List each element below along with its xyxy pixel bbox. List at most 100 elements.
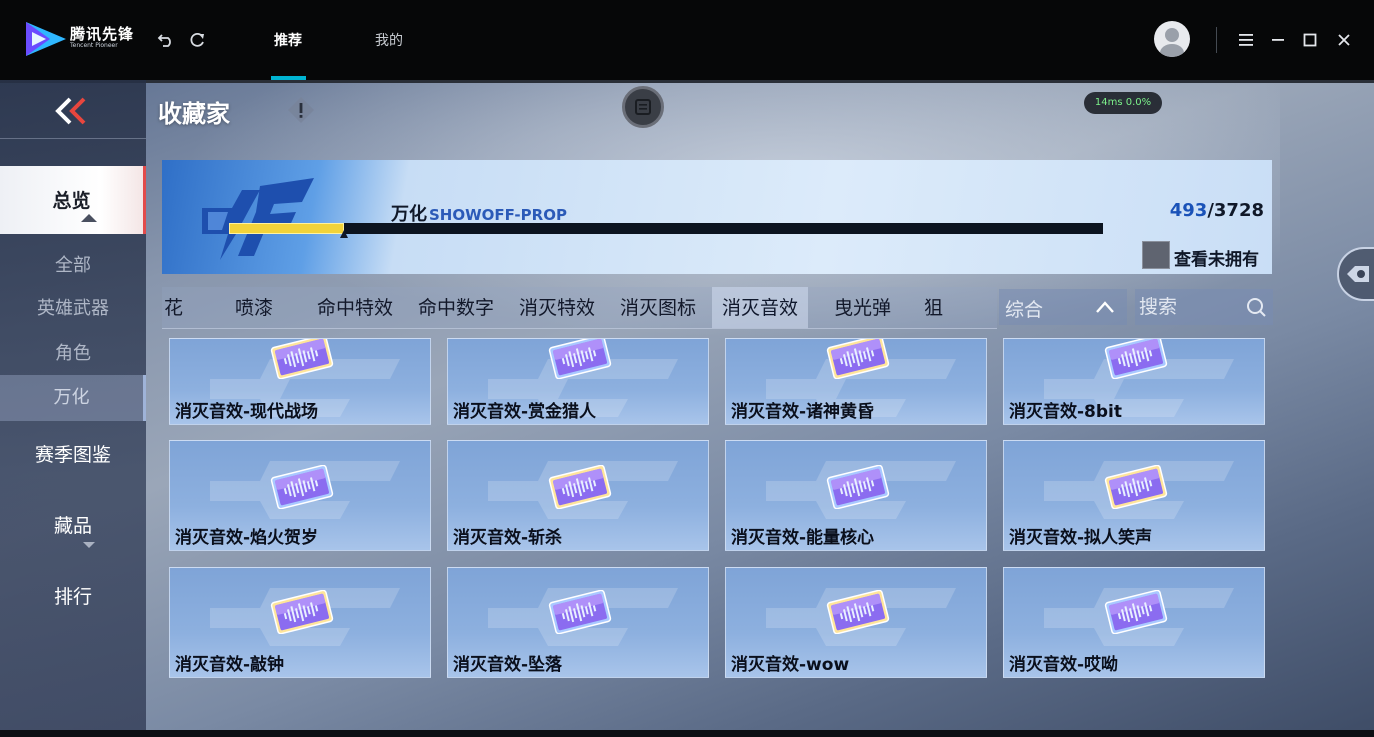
item-card[interactable]: 消灭音效-坠落 bbox=[447, 567, 709, 678]
show-unowned-checkbox[interactable] bbox=[1142, 241, 1170, 269]
sound-card-icon bbox=[826, 339, 890, 379]
tab-mine[interactable]: 我的 bbox=[375, 30, 403, 50]
back-icon[interactable] bbox=[154, 28, 178, 52]
collection-sidebar: 总览 全部 英雄武器 角色 万化 赛季图鉴 藏品 排行 bbox=[0, 80, 146, 737]
app-name: 腾讯先锋 Tencent Pioneer bbox=[70, 26, 134, 50]
sidebar-item-overview[interactable]: 总览 bbox=[0, 166, 146, 234]
collection-progress-fill bbox=[229, 223, 344, 234]
side-drawer-handle[interactable] bbox=[1337, 247, 1374, 301]
sort-dropdown[interactable]: 综合 bbox=[999, 289, 1127, 325]
collection-progress-bar bbox=[229, 223, 1103, 238]
title-divider bbox=[1216, 27, 1217, 53]
category-tab-hit-number[interactable]: 命中数字 bbox=[418, 287, 494, 328]
search-icon[interactable] bbox=[1245, 296, 1267, 318]
item-card-label: 消灭音效-8bit bbox=[1009, 402, 1123, 422]
sound-card-icon bbox=[1104, 339, 1168, 379]
double-chevron-left-icon[interactable] bbox=[52, 96, 92, 126]
app-name-en: Tencent Pioneer bbox=[70, 42, 118, 49]
tencent-pioneer-logo-icon bbox=[26, 22, 66, 56]
search-box bbox=[1135, 289, 1273, 325]
sound-card-icon bbox=[270, 590, 334, 634]
category-tab-partial-right[interactable]: 狙 bbox=[924, 287, 943, 328]
banner-name-cn: 万化 bbox=[391, 204, 427, 225]
sidebar-item-season[interactable]: 赛季图鉴 bbox=[0, 435, 146, 475]
game-viewport: 总览 全部 英雄武器 角色 万化 赛季图鉴 藏品 排行 收藏家 14ms 0.0… bbox=[0, 80, 1374, 737]
item-card[interactable]: 消灭音效-哎呦 bbox=[1003, 567, 1265, 678]
floating-menu-icon bbox=[635, 99, 651, 115]
item-card-label: 消灭音效-敲钟 bbox=[175, 655, 285, 675]
close-icon[interactable] bbox=[1332, 28, 1356, 52]
info-icon[interactable] bbox=[287, 96, 315, 124]
category-tab-hit-effect[interactable]: 命中特效 bbox=[317, 287, 393, 328]
sort-dropdown-label: 综合 bbox=[1005, 299, 1044, 321]
viewport-edge bbox=[0, 80, 1374, 83]
collection-owned-count: 493 bbox=[1169, 200, 1208, 221]
show-unowned-label: 查看未拥有 bbox=[1174, 250, 1259, 270]
item-card-label: 消灭音效-能量核心 bbox=[731, 528, 875, 548]
collection-count: 493/3728 bbox=[1170, 200, 1264, 221]
item-card[interactable]: 消灭音效-拟人笑声 bbox=[1003, 440, 1265, 551]
sound-card-icon bbox=[270, 339, 334, 379]
item-card[interactable]: 消灭音效-8bit bbox=[1003, 338, 1265, 425]
sound-card-icon bbox=[826, 465, 890, 509]
item-card-label: 消灭音效-哎呦 bbox=[1009, 655, 1119, 675]
collection-total-count: /3728 bbox=[1207, 200, 1264, 221]
category-tab-spray[interactable]: 喷漆 bbox=[235, 287, 273, 328]
user-avatar[interactable] bbox=[1154, 21, 1190, 57]
sound-card-icon bbox=[826, 590, 890, 634]
item-card-label: 消灭音效-拟人笑声 bbox=[1009, 528, 1153, 548]
sound-card-icon bbox=[270, 465, 334, 509]
category-tab-kill-sound[interactable]: 消灭音效 bbox=[712, 287, 809, 328]
category-tab-partial-left[interactable]: 花 bbox=[164, 287, 183, 328]
category-tab-kill-effect[interactable]: 消灭特效 bbox=[519, 287, 595, 328]
expand-down-icon bbox=[83, 542, 95, 548]
item-card[interactable]: 消灭音效-斩杀 bbox=[447, 440, 709, 551]
item-card-label: 消灭音效-坠落 bbox=[453, 655, 563, 675]
sidebar-item-ranking[interactable]: 排行 bbox=[0, 577, 146, 617]
sidebar-sub-item-showoff[interactable]: 万化 bbox=[0, 375, 146, 421]
title-bar: 腾讯先锋 Tencent Pioneer 推荐 我的 bbox=[0, 0, 1374, 80]
item-card[interactable]: 消灭音效-焰火贺岁 bbox=[169, 440, 431, 551]
sound-card-icon bbox=[1104, 590, 1168, 634]
sound-card-icon bbox=[548, 339, 612, 379]
tab-recommend[interactable]: 推荐 bbox=[274, 30, 302, 50]
sound-card-icon bbox=[548, 590, 612, 634]
item-card[interactable]: 消灭音效-wow bbox=[725, 567, 987, 678]
banner-name-en: SHOWOFF-PROP bbox=[429, 206, 567, 224]
page-title: 收藏家 bbox=[158, 100, 230, 128]
category-tab-bar: 花 喷漆 命中特效 命中数字 消灭特效 消灭图标 消灭音效 曳光弹 狙 bbox=[162, 287, 997, 329]
floating-menu-button[interactable] bbox=[622, 86, 664, 128]
sound-card-icon bbox=[548, 465, 612, 509]
item-card[interactable]: 消灭音效-能量核心 bbox=[725, 440, 987, 551]
refresh-icon[interactable] bbox=[185, 28, 209, 52]
item-card[interactable]: 消灭音效-现代战场 bbox=[169, 338, 431, 425]
search-input[interactable] bbox=[1139, 293, 1243, 321]
item-card[interactable]: 消灭音效-赏金猎人 bbox=[447, 338, 709, 425]
item-card-label: 消灭音效-诸神黄昏 bbox=[731, 402, 875, 422]
menu-icon[interactable] bbox=[1234, 28, 1258, 52]
sidebar-sub-item-characters[interactable]: 角色 bbox=[0, 332, 146, 376]
network-ping-indicator: 14ms 0.0% bbox=[1084, 92, 1162, 114]
item-card[interactable]: 消灭音效-敲钟 bbox=[169, 567, 431, 678]
item-card-label: 消灭音效-斩杀 bbox=[453, 528, 563, 548]
item-card-label: 消灭音效-wow bbox=[731, 655, 850, 675]
sidebar-sub-item-hero-weapons[interactable]: 英雄武器 bbox=[0, 286, 146, 332]
category-tab-tracer[interactable]: 曳光弹 bbox=[834, 287, 891, 328]
expand-up-icon bbox=[81, 214, 97, 222]
item-card-label: 消灭音效-现代战场 bbox=[175, 402, 319, 422]
window-bottom-edge bbox=[0, 730, 1374, 737]
item-card[interactable]: 消灭音效-诸神黄昏 bbox=[725, 338, 987, 425]
chevron-up-icon bbox=[1096, 301, 1114, 313]
eye-icon bbox=[1347, 266, 1369, 282]
progress-marker-icon bbox=[340, 230, 348, 238]
sidebar-sub-item-all[interactable]: 全部 bbox=[0, 246, 146, 286]
minimize-icon[interactable] bbox=[1266, 28, 1290, 52]
item-card-label: 消灭音效-赏金猎人 bbox=[453, 402, 597, 422]
sidebar-divider bbox=[0, 138, 146, 139]
item-card-label: 消灭音效-焰火贺岁 bbox=[175, 528, 319, 548]
collection-progress-banner: 万化 SHOWOFF-PROP 493/3728 查看未拥有 bbox=[162, 160, 1272, 274]
category-tab-kill-icon[interactable]: 消灭图标 bbox=[620, 287, 696, 328]
sidebar-item-collection[interactable]: 藏品 bbox=[0, 506, 146, 546]
maximize-icon[interactable] bbox=[1298, 28, 1322, 52]
sound-card-icon bbox=[1104, 465, 1168, 509]
